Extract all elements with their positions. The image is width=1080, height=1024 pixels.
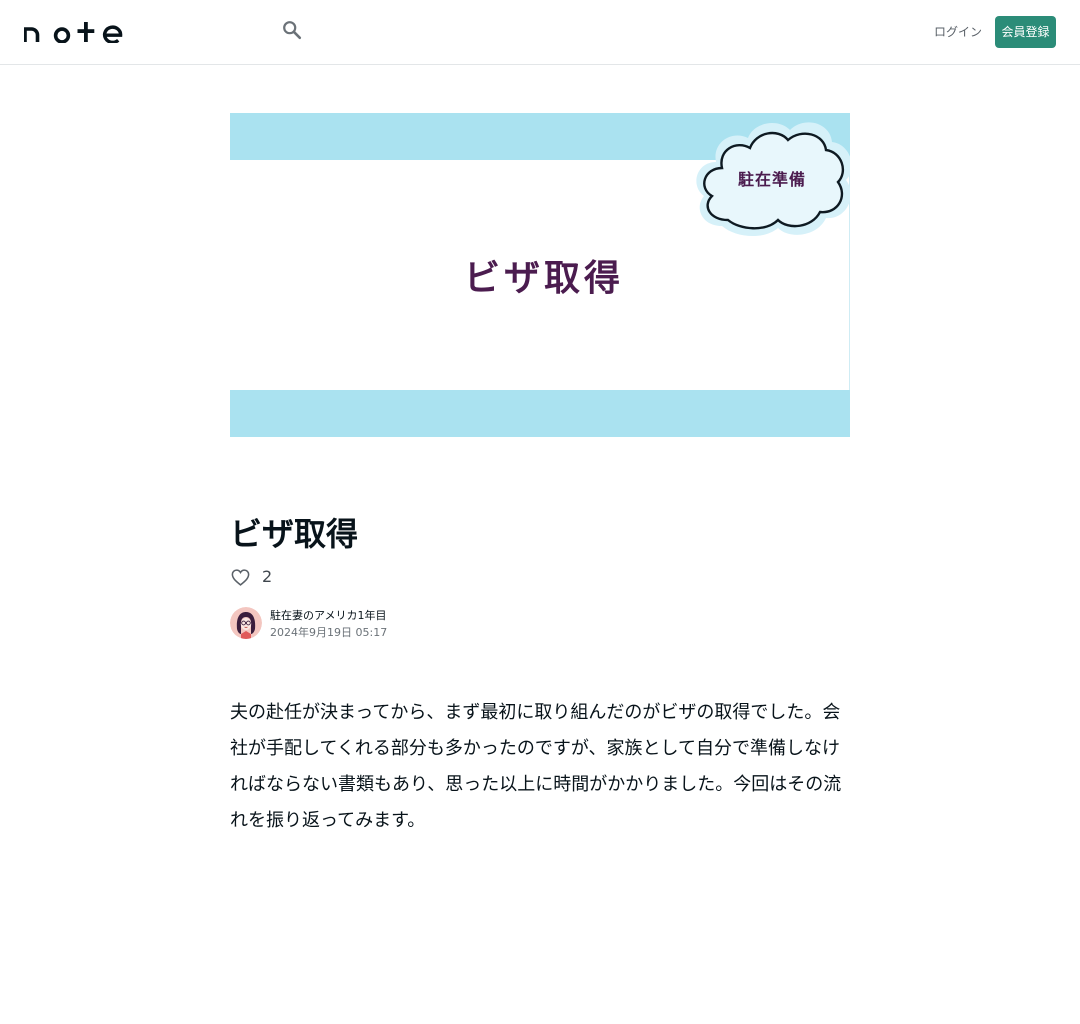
note-logo[interactable] xyxy=(24,21,124,43)
article-title: ビザ取得 xyxy=(230,515,359,553)
article-body: 夫の赴任が決まってから、まず最初に取り組んだのがビザの取得でした。会社が手配して… xyxy=(230,702,842,831)
search-button[interactable] xyxy=(278,18,306,46)
like-row: 2 xyxy=(230,566,272,588)
like-count[interactable]: 2 xyxy=(262,567,272,587)
site-header: ログイン 会員登録 xyxy=(0,0,1080,65)
search-icon xyxy=(281,19,303,45)
eyecatch-title: ビザ取得 xyxy=(463,258,624,299)
cloud-label: 駐在準備 xyxy=(737,170,806,189)
signup-button[interactable]: 会員登録 xyxy=(995,16,1056,48)
post-date: 2024年9月19日 05:17 xyxy=(270,626,388,639)
login-link[interactable]: ログイン xyxy=(934,24,982,40)
heart-outline-icon[interactable] xyxy=(230,567,250,587)
author-avatar[interactable] xyxy=(230,607,262,639)
author-name[interactable]: 駐在妻のアメリカ1年目 xyxy=(270,609,386,623)
eyecatch-image: 駐在準備 ビザ取得 xyxy=(230,113,850,437)
eyecatch-band-bottom xyxy=(230,390,850,437)
